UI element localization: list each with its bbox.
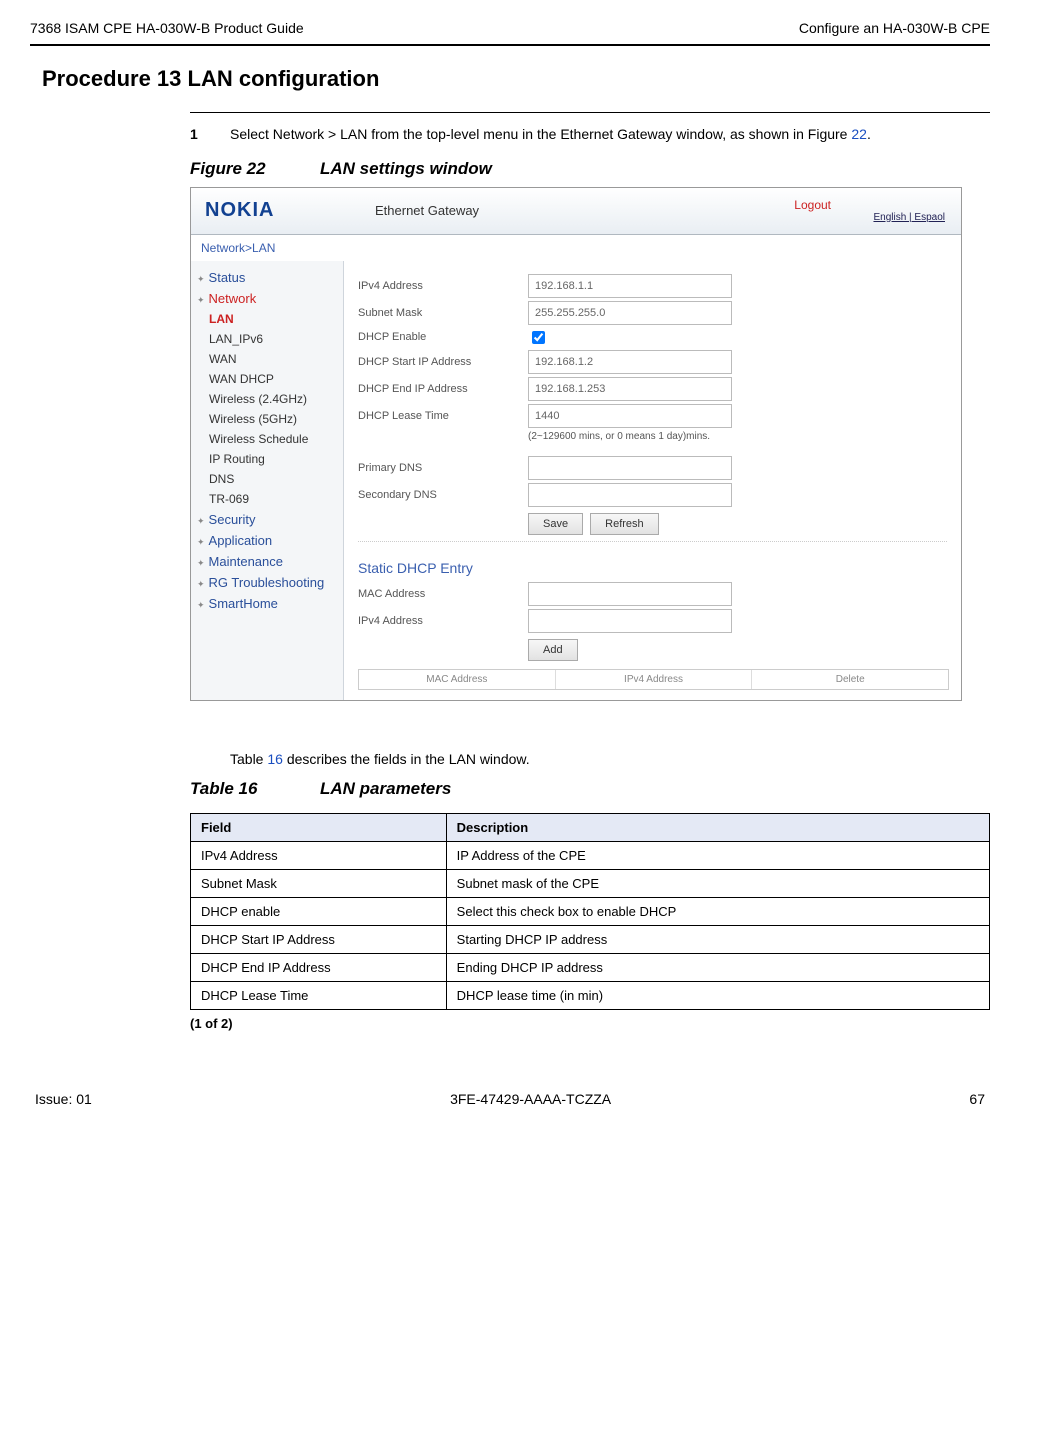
procedure-title: Procedure 13 LAN configuration <box>42 66 990 92</box>
sidebar-item-lan[interactable]: LAN <box>191 309 343 329</box>
header-right: Configure an HA-030W-B CPE <box>799 20 990 36</box>
static-dhcp-heading: Static DHCP Entry <box>358 560 947 576</box>
static-dhcp-table: MAC Address IPv4 Address Delete <box>358 669 949 690</box>
logout-link[interactable]: Logout <box>794 198 831 212</box>
step-1: 1 Select Network > LAN from the top-leve… <box>190 125 990 145</box>
table-description: Table 16 describes the fields in the LAN… <box>230 751 990 767</box>
label-subnet: Subnet Mask <box>358 307 528 319</box>
lease-hint: (2~129600 mins, or 0 means 1 day)mins. <box>528 431 947 442</box>
step-text: Select Network > LAN from the top-level … <box>230 125 871 145</box>
gateway-title: Ethernet Gateway <box>375 203 479 218</box>
input-subnet[interactable] <box>528 301 732 325</box>
lan-settings-screenshot: NOKIA Ethernet Gateway Logout English | … <box>190 187 962 701</box>
table-row: Subnet MaskSubnet mask of the CPE <box>191 869 990 897</box>
sidebar-item-security[interactable]: Security <box>191 509 343 530</box>
label-pdns: Primary DNS <box>358 462 528 474</box>
checkbox-dhcp-enable[interactable] <box>532 331 545 344</box>
input-dhcp-end[interactable] <box>528 377 732 401</box>
input-sdns[interactable] <box>528 483 732 507</box>
refresh-button[interactable]: Refresh <box>590 513 659 535</box>
nokia-logo: NOKIA <box>205 199 355 222</box>
table-row: IPv4 AddressIP Address of the CPE <box>191 841 990 869</box>
input-pdns[interactable] <box>528 456 732 480</box>
label-dhcp-enable: DHCP Enable <box>358 331 528 343</box>
table-row: DHCP End IP AddressEnding DHCP IP addres… <box>191 953 990 981</box>
footer-issue: Issue: 01 <box>35 1091 92 1107</box>
label-ipv4: IPv4 Address <box>358 280 528 292</box>
breadcrumb: Network>LAN <box>191 235 961 261</box>
figure-link[interactable]: 22 <box>851 126 867 142</box>
table-row: DHCP Lease TimeDHCP lease time (in min) <box>191 981 990 1009</box>
table-row: DHCP enableSelect this check box to enab… <box>191 897 990 925</box>
sidebar-item-ip-routing[interactable]: IP Routing <box>191 449 343 469</box>
sidebar-item-status[interactable]: Status <box>191 267 343 288</box>
col-delete: Delete <box>752 670 948 689</box>
main-form: IPv4 Address Subnet Mask DHCP Enable DHC… <box>344 261 961 700</box>
sidebar-item-wireless-24[interactable]: Wireless (2.4GHz) <box>191 389 343 409</box>
label-ipv4b: IPv4 Address <box>358 615 528 627</box>
footer-pagenum: 67 <box>969 1091 985 1107</box>
sidebar-item-smarthome[interactable]: SmartHome <box>191 593 343 614</box>
sidebar-item-wireless-schedule[interactable]: Wireless Schedule <box>191 429 343 449</box>
sidebar-item-lan-ipv6[interactable]: LAN_IPv6 <box>191 329 343 349</box>
sidebar-item-rg-troubleshooting[interactable]: RG Troubleshooting <box>191 572 343 593</box>
col-mac: MAC Address <box>359 670 556 689</box>
label-mac: MAC Address <box>358 588 528 600</box>
label-dhcp-end: DHCP End IP Address <box>358 383 528 395</box>
th-description: Description <box>446 813 989 841</box>
language-links[interactable]: English | Espaol <box>873 212 945 223</box>
footer-docid: 3FE-47429-AAAA-TCZZA <box>450 1091 611 1107</box>
sidebar-item-tr069[interactable]: TR-069 <box>191 489 343 509</box>
th-field: Field <box>191 813 447 841</box>
input-ipv4b[interactable] <box>528 609 732 633</box>
input-lease[interactable] <box>528 404 732 428</box>
step-number: 1 <box>190 125 230 145</box>
sidebar-item-wan[interactable]: WAN <box>191 349 343 369</box>
save-button[interactable]: Save <box>528 513 583 535</box>
sidebar-item-network[interactable]: Network <box>191 288 343 309</box>
label-sdns: Secondary DNS <box>358 489 528 501</box>
lan-parameters-table: Field Description IPv4 AddressIP Address… <box>190 813 990 1010</box>
sidebar-item-wireless-5[interactable]: Wireless (5GHz) <box>191 409 343 429</box>
label-dhcp-start: DHCP Start IP Address <box>358 356 528 368</box>
sidebar-item-dns[interactable]: DNS <box>191 469 343 489</box>
sidebar-item-wan-dhcp[interactable]: WAN DHCP <box>191 369 343 389</box>
figure-caption: Figure 22LAN settings window <box>190 159 990 179</box>
sidebar-item-application[interactable]: Application <box>191 530 343 551</box>
sidebar: Status Network LAN LAN_IPv6 WAN WAN DHCP… <box>191 261 344 700</box>
col-ip: IPv4 Address <box>556 670 753 689</box>
label-lease: DHCP Lease Time <box>358 410 528 422</box>
header-rule <box>30 44 990 46</box>
table-link[interactable]: 16 <box>267 751 283 767</box>
add-button[interactable]: Add <box>528 639 578 661</box>
input-mac[interactable] <box>528 582 732 606</box>
input-dhcp-start[interactable] <box>528 350 732 374</box>
sidebar-item-maintenance[interactable]: Maintenance <box>191 551 343 572</box>
table-caption: Table 16LAN parameters <box>190 779 990 799</box>
table-row: DHCP Start IP AddressStarting DHCP IP ad… <box>191 925 990 953</box>
header-left: 7368 ISAM CPE HA-030W-B Product Guide <box>30 20 304 36</box>
input-ipv4[interactable] <box>528 274 732 298</box>
table-page-note: (1 of 2) <box>190 1016 990 1031</box>
